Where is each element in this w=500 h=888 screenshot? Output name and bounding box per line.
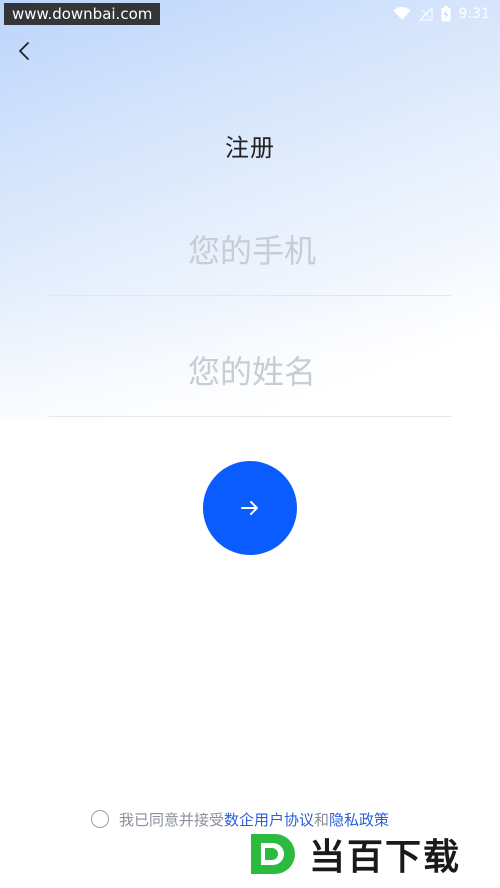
watermark-logo-text: 当百下载 xyxy=(309,837,462,878)
logo-d-icon xyxy=(251,834,295,874)
watermark-url: www.downbai.com xyxy=(4,3,161,25)
name-input[interactable] xyxy=(49,325,455,418)
back-button[interactable] xyxy=(12,38,38,64)
agree-checkbox[interactable] xyxy=(91,810,109,828)
battery-icon xyxy=(441,6,451,22)
status-bar-icons: 9:31 xyxy=(393,4,490,24)
next-button[interactable] xyxy=(203,461,297,555)
watermark-logo: 当百下载 xyxy=(245,826,493,882)
wifi-icon xyxy=(393,7,411,21)
agreement-prefix: 我已同意并接受 xyxy=(119,810,225,829)
arrow-right-icon xyxy=(241,501,258,515)
register-screen: www.downbai.com 9:31 注册 我已同意并接受 数企用户协议 xyxy=(0,0,500,888)
page-title: 注册 xyxy=(225,134,275,162)
phone-input[interactable] xyxy=(49,205,455,297)
status-time: 9:31 xyxy=(458,6,490,22)
name-field-container xyxy=(49,325,455,418)
chevron-left-icon xyxy=(19,42,29,60)
phone-field-container xyxy=(49,205,455,297)
no-signal-icon xyxy=(418,7,433,21)
